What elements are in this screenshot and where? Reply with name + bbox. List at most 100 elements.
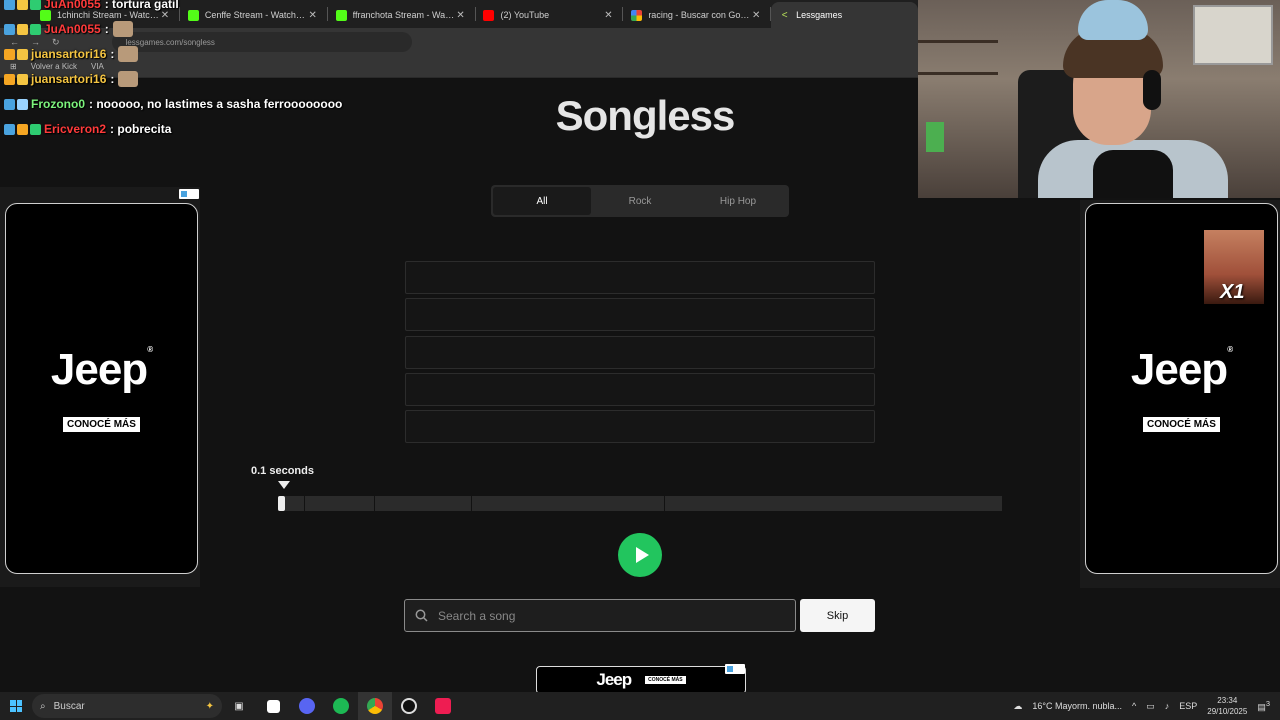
taskbar-search[interactable]: ⌕ Buscar ✦ [32,694,222,718]
emote-multiplier: X1 [1220,281,1245,303]
badge-icon [30,0,41,10]
lessgames-icon: < [781,9,788,21]
close-tab-icon[interactable]: ✕ [455,10,467,21]
task-view-icon[interactable]: ▣ [222,692,256,720]
search-icon: ⌕ [40,700,46,712]
weather-text[interactable]: 16°C Mayorm. nubla... [1032,701,1122,711]
start-button[interactable] [0,692,32,720]
close-tab-icon[interactable]: ✕ [307,10,319,21]
sparkle-icon: ✦ [205,700,214,712]
progress-fill [278,496,286,511]
guess-slot-4 [405,373,875,406]
tab-title: Lessgames [796,10,843,20]
progress-segment-divider [304,496,305,511]
obs-icon[interactable] [392,692,426,720]
browser-tab[interactable]: ffranchota Stream - Watch Live✕ [328,2,475,28]
ad-left[interactable]: Jeep® CONOCÉ MÁS [5,203,198,574]
guess-slot-3 [405,336,875,369]
spotify-icon[interactable] [324,692,358,720]
url-text: lessgames.com/songless [125,37,215,47]
badge-icon [17,23,28,35]
person-shirt [1093,150,1173,198]
ad-bottom[interactable]: Jeep CONOCÉ MÁS [536,666,746,694]
tiktok-icon[interactable] [426,692,460,720]
network-icon[interactable]: ▭ [1146,701,1155,712]
browser-tab[interactable]: racing - Buscar con Google ✕ [623,2,770,28]
screen: 1chinchi Stream - Watch Live o✕Cenffe St… [0,0,1280,720]
ad-cta[interactable]: CONOCÉ MÁS [1143,417,1220,432]
volume-icon[interactable]: ♪ [1165,701,1170,711]
chat-username[interactable]: JuAn0055 [44,0,101,11]
jeep-logo: Jeep® [1130,345,1233,394]
chat-message: JuAn0055: [4,20,133,38]
notification-icon[interactable]: ▤3 [1257,699,1270,713]
play-icon [635,547,649,563]
clock[interactable]: 23:34 29/10/2025 [1207,695,1247,717]
guess-slot-2 [405,298,875,331]
browser-tab[interactable]: < Lessgames [771,2,919,28]
search-input[interactable] [438,608,795,623]
chat-username[interactable]: juansartori16 [31,47,106,61]
chat-badges [4,48,28,60]
chat-username[interactable]: JuAn0055 [44,22,101,36]
shelf [918,72,998,75]
tab-all[interactable]: All [493,187,591,215]
ad-cta[interactable]: CONOCÉ MÁS [645,676,686,684]
chat-username[interactable]: juansartori16 [31,72,106,86]
chat-text: : nooooo, no lastimes a sasha ferroooooo… [89,97,343,111]
duration-label: 0.1 seconds [251,465,314,477]
badge-icon [30,23,41,35]
badge-icon [4,0,15,10]
taskbar-search-label: Buscar [53,700,85,712]
close-tab-icon[interactable]: ✕ [750,10,762,21]
badge-icon [4,23,15,35]
headset [1143,70,1161,110]
play-button[interactable] [618,533,662,577]
badge-icon [17,123,28,135]
windows-taskbar: ⌕ Buscar ✦ ▣ ☁ 16°C Mayorm. nubla... ^ ▭… [0,692,1280,720]
badge-icon [4,123,15,135]
discord-icon[interactable] [290,692,324,720]
badge-icon [30,123,41,135]
chat-emote-icon [118,71,139,87]
tab-title: ffranchota Stream - Watch Live [352,10,455,20]
jeep-logo: Jeep [596,670,632,689]
browser-tab[interactable]: Cenffe Stream - Watch Live on✕ [180,2,327,28]
language-indicator[interactable]: ESP [1179,701,1197,711]
close-tab-icon[interactable]: ✕ [602,10,614,21]
stream-emote-overlay: X1 [1204,230,1264,304]
tab-rock[interactable]: Rock [591,187,689,215]
tab-title: racing - Buscar con Google [648,10,751,20]
ad-cta[interactable]: CONOCÉ MÁS [63,417,140,432]
system-tray: ☁ 16°C Mayorm. nubla... ^ ▭ ♪ ESP 23:34 … [1013,695,1280,717]
address-bar[interactable]: lessgames.com/songless [111,32,412,52]
shelf [918,40,998,43]
chevron-up-icon[interactable]: ^ [1132,701,1136,711]
tab-title: (2) YouTube [500,10,550,20]
ad-choices-icon[interactable] [179,189,199,199]
chat-emote-icon [118,46,139,62]
search-icon [415,609,428,622]
skip-button[interactable]: Skip [800,599,875,632]
tab-hip-hop[interactable]: Hip Hop [689,187,787,215]
chat-message: juansartori16: [4,70,139,88]
chrome-icon[interactable] [358,692,392,720]
chat-badges [4,123,41,135]
whiteboard [1193,5,1273,65]
chat-username[interactable]: Ericveron2 [44,122,106,136]
chat-emote-icon [112,21,133,37]
chat-text: : tortura gatil [104,0,179,11]
badge-icon [17,0,28,10]
browser-tab[interactable]: (2) YouTube ✕ [475,2,622,28]
capcut-icon[interactable] [256,692,290,720]
chat-text: : [110,47,115,61]
page-title: Songless [555,92,736,139]
ad-choices-icon[interactable] [725,664,745,674]
chat-badges [4,23,41,35]
chat-badges [4,73,28,85]
chat-message: juansartori16: [4,45,139,63]
chat-username[interactable]: Frozono0 [31,97,85,111]
guess-slot-1 [405,261,875,294]
audio-progress-bar[interactable] [278,496,1002,511]
badge-icon [4,98,15,110]
